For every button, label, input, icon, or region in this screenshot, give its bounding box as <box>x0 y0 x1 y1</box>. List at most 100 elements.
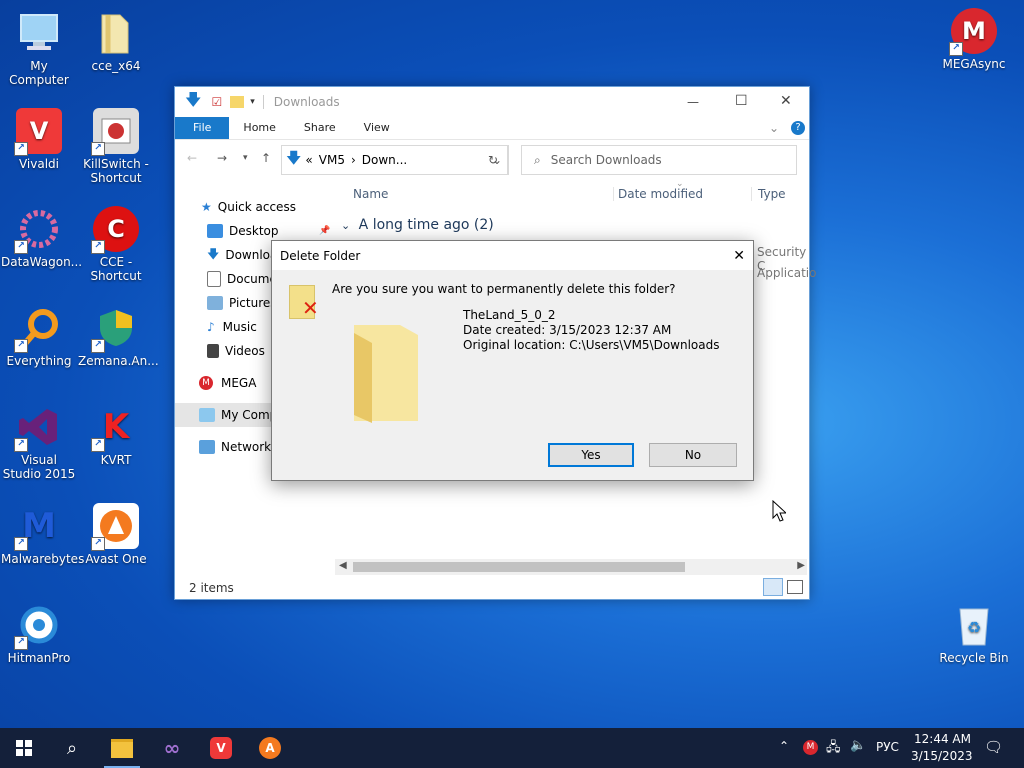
desktop-icon-vivaldi[interactable]: V ↗ Vivaldi <box>1 108 77 171</box>
notifications-icon[interactable]: 🗨 <box>984 738 1003 756</box>
mega-tray-icon[interactable]: M <box>803 740 818 755</box>
desktop-icon-killswitch[interactable]: ↗ KillSwitch - Shortcut <box>78 108 154 185</box>
column-header-name[interactable]: Name <box>353 187 388 201</box>
tab-file[interactable]: File <box>175 117 230 139</box>
close-button[interactable]: ✕ <box>780 93 792 109</box>
dialog-question: Are you sure you want to permanently del… <box>332 282 676 296</box>
help-icon[interactable]: ? <box>791 121 805 135</box>
taskbar-avast[interactable]: A <box>246 728 294 768</box>
datawagon-icon: ↗ <box>14 206 62 254</box>
star-icon: ★ <box>201 200 212 214</box>
desktop-icon-everything[interactable]: ↗ Everything <box>1 305 77 368</box>
volume-icon[interactable]: 🔈 <box>850 738 866 753</box>
taskbar-visual-studio[interactable]: ∞ <box>148 728 196 768</box>
yes-button[interactable]: Yes <box>548 443 634 467</box>
folder-icon <box>93 10 139 56</box>
refresh-button[interactable]: ↻ <box>479 145 508 175</box>
back-button[interactable]: ← <box>187 151 197 165</box>
desktop-icon-zemana[interactable]: ↗ Zemana.An... <box>78 305 159 368</box>
properties-icon[interactable]: ☑ <box>211 95 222 109</box>
desktop-icon-label: KVRT <box>100 453 132 467</box>
desktop-icon-datawagon[interactable]: ↗ DataWagon... <box>1 206 82 269</box>
scroll-right-icon[interactable]: ▶ <box>797 560 805 571</box>
avast-icon: A <box>259 737 281 759</box>
tab-home[interactable]: Home <box>229 117 289 139</box>
music-icon: ♪ <box>207 320 215 334</box>
minimize-button[interactable]: — <box>687 95 699 109</box>
desktop-icon-label: Visual Studio 2015 <box>2 453 76 481</box>
date-created: Date created: 3/15/2023 12:37 AM <box>463 323 672 337</box>
dialog-titlebar[interactable]: Delete Folder ✕ <box>272 241 753 270</box>
videos-icon <box>207 344 219 358</box>
large-icons-view-icon[interactable] <box>787 580 803 594</box>
red-x-icon: ✕ <box>302 296 319 320</box>
scrollbar-thumb[interactable] <box>353 562 685 572</box>
desktop-icon-visual-studio[interactable]: ↗ Visual Studio 2015 <box>1 404 77 481</box>
language-indicator[interactable]: РУС <box>876 740 899 754</box>
search-button[interactable]: ⌕ <box>48 728 96 768</box>
taskbar-file-explorer[interactable] <box>98 728 146 768</box>
desktop-icon-recycle-bin[interactable]: ♻ Recycle Bin <box>936 602 1012 665</box>
new-folder-icon[interactable] <box>230 96 245 108</box>
computer-icon <box>16 10 62 56</box>
details-view-icon[interactable] <box>763 578 783 596</box>
maximize-button[interactable]: ☐ <box>735 93 748 109</box>
tab-share[interactable]: Share <box>290 117 350 139</box>
desktop-icon-hitmanpro[interactable]: ↗ HitmanPro <box>1 602 77 665</box>
column-header-type[interactable]: Type <box>751 187 786 201</box>
address-bar[interactable]: 🡇 « VM5 › Down... ⌄ <box>281 145 509 175</box>
dialog-title: Delete Folder <box>280 248 361 263</box>
desktop-icon-my-computer[interactable]: My Computer <box>1 10 77 87</box>
group-label: A long time ago (2) <box>358 217 494 233</box>
small-folder-delete-icon: ✕ <box>289 285 319 319</box>
nav-quick-access[interactable]: ★ Quick access <box>175 195 335 219</box>
scroll-left-icon[interactable]: ◀ <box>339 560 347 571</box>
desktop-icon-label: HitmanPro <box>7 651 71 665</box>
breadcrumb-separator: › <box>350 153 356 167</box>
desktop-icon-cce[interactable]: C ↗ CCE - Shortcut <box>78 206 154 283</box>
download-arrow-icon: 🡇 <box>207 246 220 261</box>
breadcrumb-downloads[interactable]: Down... <box>362 153 407 167</box>
desktop-icon-megasync[interactable]: M ↗ MEGAsync <box>936 8 1012 71</box>
column-header-date-modified[interactable]: Date modified <box>613 187 703 201</box>
desktop-icon-kvrt[interactable]: K ↗ KVRT <box>78 404 154 467</box>
search-icon: ⌕ <box>534 152 541 167</box>
visual-studio-icon: ∞ <box>163 736 181 760</box>
desktop-icon-label: Recycle Bin <box>939 651 1009 665</box>
download-arrow-icon: 🡇 <box>286 148 302 167</box>
explorer-titlebar[interactable]: 🡇 ☑ ▾ Downloads — ☐ ✕ <box>175 87 809 117</box>
forward-button[interactable]: → <box>217 151 227 165</box>
window-title: Downloads <box>273 95 340 109</box>
horizontal-scrollbar[interactable]: ◀ ▶ <box>335 559 807 575</box>
desktop-icon-cce-x64[interactable]: cce_x64 <box>78 10 154 73</box>
start-button[interactable] <box>0 728 48 768</box>
taskbar-vivaldi[interactable]: V <box>197 728 245 768</box>
svg-text:♻: ♻ <box>967 618 981 637</box>
qat-dropdown-icon[interactable]: ▾ <box>250 97 255 107</box>
no-button[interactable]: No <box>649 443 737 467</box>
tab-view[interactable]: View <box>350 117 404 139</box>
clock-time[interactable]: 12:44 AM <box>914 732 971 746</box>
search-box[interactable]: ⌕ Search Downloads <box>521 145 797 175</box>
desktop-icon-label: KillSwitch - Shortcut <box>83 157 149 185</box>
item-name: TheLand_5_0_2 <box>463 308 556 322</box>
up-button[interactable]: ↑ <box>261 151 271 165</box>
network-tray-icon[interactable]: 🖧 <box>826 738 841 760</box>
breadcrumb-vm5[interactable]: VM5 <box>319 153 345 167</box>
document-icon <box>207 271 221 287</box>
delete-folder-dialog[interactable]: Delete Folder ✕ ✕ Are you sure you want … <box>271 240 754 481</box>
recent-locations-icon[interactable]: ▾ <box>243 153 248 163</box>
everything-icon: ↗ <box>14 305 62 353</box>
nav-label: MEGA <box>221 376 257 390</box>
file-type-cell: Applicatio <box>757 266 817 280</box>
show-hidden-icons-chevron[interactable]: ⌃ <box>779 739 789 753</box>
dialog-close-button[interactable]: ✕ <box>733 248 745 264</box>
mega-icon: M <box>199 376 213 390</box>
desktop-icon-malwarebytes[interactable]: M ↗ Malwarebytes <box>1 503 84 566</box>
clock-date[interactable]: 3/15/2023 <box>911 749 973 763</box>
ribbon-expand-icon[interactable]: ⌄ <box>769 121 779 135</box>
desktop-icon-avast[interactable]: ↗ Avast One <box>78 503 154 566</box>
address-prefix: « <box>305 153 313 167</box>
large-folder-icon <box>352 319 422 426</box>
desktop-icon-label: MEGAsync <box>942 57 1006 71</box>
